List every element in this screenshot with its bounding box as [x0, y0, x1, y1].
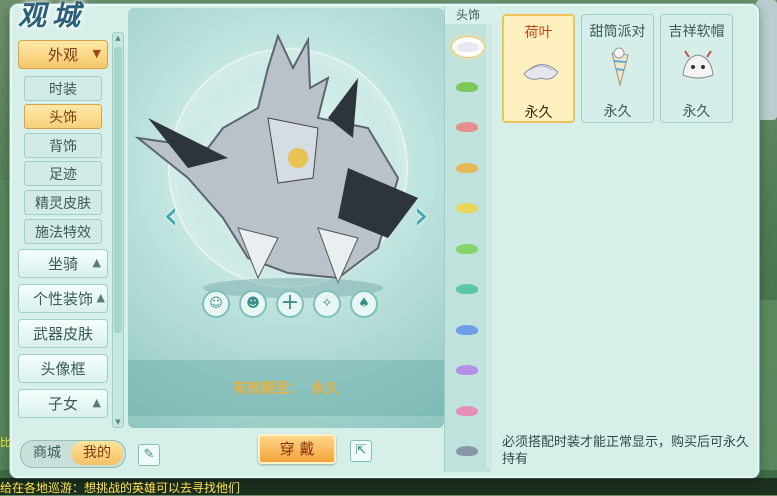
item-card-cone-party[interactable]: 甜筒派对 永久 [581, 14, 654, 123]
rotate-right-icon[interactable]: › [408, 192, 434, 238]
nav-scrollbar[interactable]: ▲ ▼ [112, 32, 124, 428]
plus-icon[interactable]: + [276, 290, 304, 318]
subitem-backwear[interactable]: 背饰 [24, 133, 102, 158]
headwear-thumb-icon [456, 81, 478, 92]
person-icon[interactable]: ☺ [202, 290, 230, 318]
headwear-list-item[interactable] [451, 279, 483, 299]
preview-actions: ☺ ☻ + ✧ ♠ [202, 290, 382, 320]
toggle-shop[interactable]: 商城 [21, 441, 73, 465]
headwear-list-item[interactable] [451, 360, 483, 380]
item-card-lucky-cap[interactable]: 吉祥软帽 永久 [660, 14, 733, 123]
headwear-thumb-icon [456, 243, 478, 254]
category-label: 坐骑 [47, 255, 78, 273]
item-name: 荷叶 [524, 25, 553, 41]
category-decoration[interactable]: 个性装饰 ▲ [18, 284, 108, 313]
headwear-list-item[interactable] [451, 117, 483, 137]
subitem-cast-effect[interactable]: 施法特效 [24, 219, 102, 244]
headwear-list-item[interactable] [451, 441, 483, 461]
wear-button[interactable]: 穿 戴 [258, 434, 336, 464]
category-nav: 外观 ▼ 时装 头饰 背饰 足迹 精灵皮肤 施法特效 坐骑 ▲ 个性装饰 ▲ 武… [16, 40, 110, 422]
subitem-headwear[interactable]: 头饰 [24, 104, 102, 129]
category-mount[interactable]: 坐骑 ▲ [18, 249, 108, 278]
item-duration: 永久 [603, 104, 632, 120]
toggle-mine[interactable]: 我的 [71, 441, 123, 465]
headwear-thumb-icon [456, 284, 478, 294]
expiry-value: 永久 [311, 381, 339, 397]
category-label: 头像框 [40, 360, 86, 378]
rotate-left-icon[interactable]: ‹ [158, 192, 184, 238]
headwear-list-item[interactable] [451, 158, 483, 178]
mount-character-image [134, 33, 418, 298]
item-duration: 永久 [524, 105, 553, 121]
character-preview[interactable]: ‹ › ☺ ☻ + ✧ ♠ 有效期至： 永久 [128, 8, 444, 428]
chevron-up-icon: ▲ [92, 396, 101, 409]
headwear-list-item[interactable] [451, 36, 485, 58]
category-label: 武器皮肤 [32, 325, 93, 343]
item-card-lotus-leaf[interactable]: 荷叶 永久 [502, 14, 575, 123]
subitem-footprint[interactable]: 足迹 [24, 161, 102, 186]
headwear-list-item[interactable] [451, 77, 483, 97]
category-avatar-frame[interactable]: 头像框 [18, 354, 108, 383]
shop-mine-toggle[interactable]: 商城 我的 [20, 440, 126, 468]
expiry-label: 有效期至： [233, 381, 303, 397]
window-logo: 观城 [18, 0, 87, 32]
headwear-list-item[interactable] [451, 198, 483, 218]
category-label: 个性装饰 [32, 290, 93, 308]
headwear-list-item[interactable] [451, 401, 483, 421]
headwear-thumb-icon [456, 203, 478, 213]
chevron-up-icon: ▲ [96, 291, 105, 304]
item-grid: 荷叶 永久 甜筒派对 永久 吉祥软帽 永久 [494, 6, 754, 426]
scroll-up-icon[interactable]: ▲ [113, 33, 123, 43]
headwear-thumb-icon [457, 42, 479, 52]
lucky-soft-hat-icon [682, 50, 714, 79]
world-ground-left [0, 180, 10, 470]
scroll-thumb[interactable] [114, 47, 122, 333]
side-chat-fragment: 比 [0, 436, 11, 449]
emote-icon[interactable]: ♠ [350, 290, 378, 318]
headwear-list-item[interactable] [451, 239, 483, 259]
world-ground [756, 300, 777, 470]
expiry-bar: 有效期至： 永久 [128, 360, 444, 416]
headwear-thumb-icon [456, 162, 478, 173]
party-cone-hat-icon [611, 47, 629, 87]
category-label: 子女 [47, 395, 78, 413]
pet-icon[interactable]: ☻ [239, 290, 267, 318]
purchase-note: 必须搭配时装才能正常显示，购买后可永久持有 [502, 435, 750, 467]
chat-message: 给在各地巡游：想挑战的英雄可以去寻找他们 [0, 481, 241, 495]
list-header: 头饰 [445, 6, 491, 24]
item-name: 甜筒派对 [589, 24, 646, 40]
category-appearance[interactable]: 外观 ▼ [18, 40, 108, 69]
category-children[interactable]: 子女 ▲ [18, 389, 108, 418]
lotus-leaf-hat-icon [523, 64, 559, 80]
chevron-down-icon: ▼ [92, 47, 101, 60]
headwear-thumb-icon [456, 405, 478, 416]
item-name: 吉祥软帽 [668, 24, 725, 40]
share-icon[interactable]: ⇱ [350, 440, 372, 462]
scroll-down-icon[interactable]: ▼ [113, 417, 123, 427]
chat-bar: 给在各地巡游：想挑战的英雄可以去寻找他们 [0, 478, 777, 495]
category-label: 外观 [47, 46, 78, 64]
headwear-thumb-icon [456, 122, 478, 132]
subitem-fashion[interactable]: 时装 [24, 76, 102, 101]
headwear-thumb-icon [456, 446, 478, 456]
chevron-up-icon: ▲ [92, 256, 101, 269]
subitem-spirit-skin[interactable]: 精灵皮肤 [24, 190, 102, 215]
list-scrollbar[interactable] [486, 24, 492, 468]
headwear-thumb-icon [456, 324, 478, 335]
headwear-list-item[interactable] [451, 320, 483, 340]
headwear-list: 头饰 [444, 6, 491, 472]
edit-icon[interactable]: ✎ [138, 444, 160, 466]
category-weapon-skin[interactable]: 武器皮肤 [18, 319, 108, 348]
world-roof [756, 0, 777, 120]
headwear-thumb-icon [456, 365, 478, 375]
action-icon[interactable]: ✧ [313, 290, 341, 318]
item-duration: 永久 [682, 104, 711, 120]
